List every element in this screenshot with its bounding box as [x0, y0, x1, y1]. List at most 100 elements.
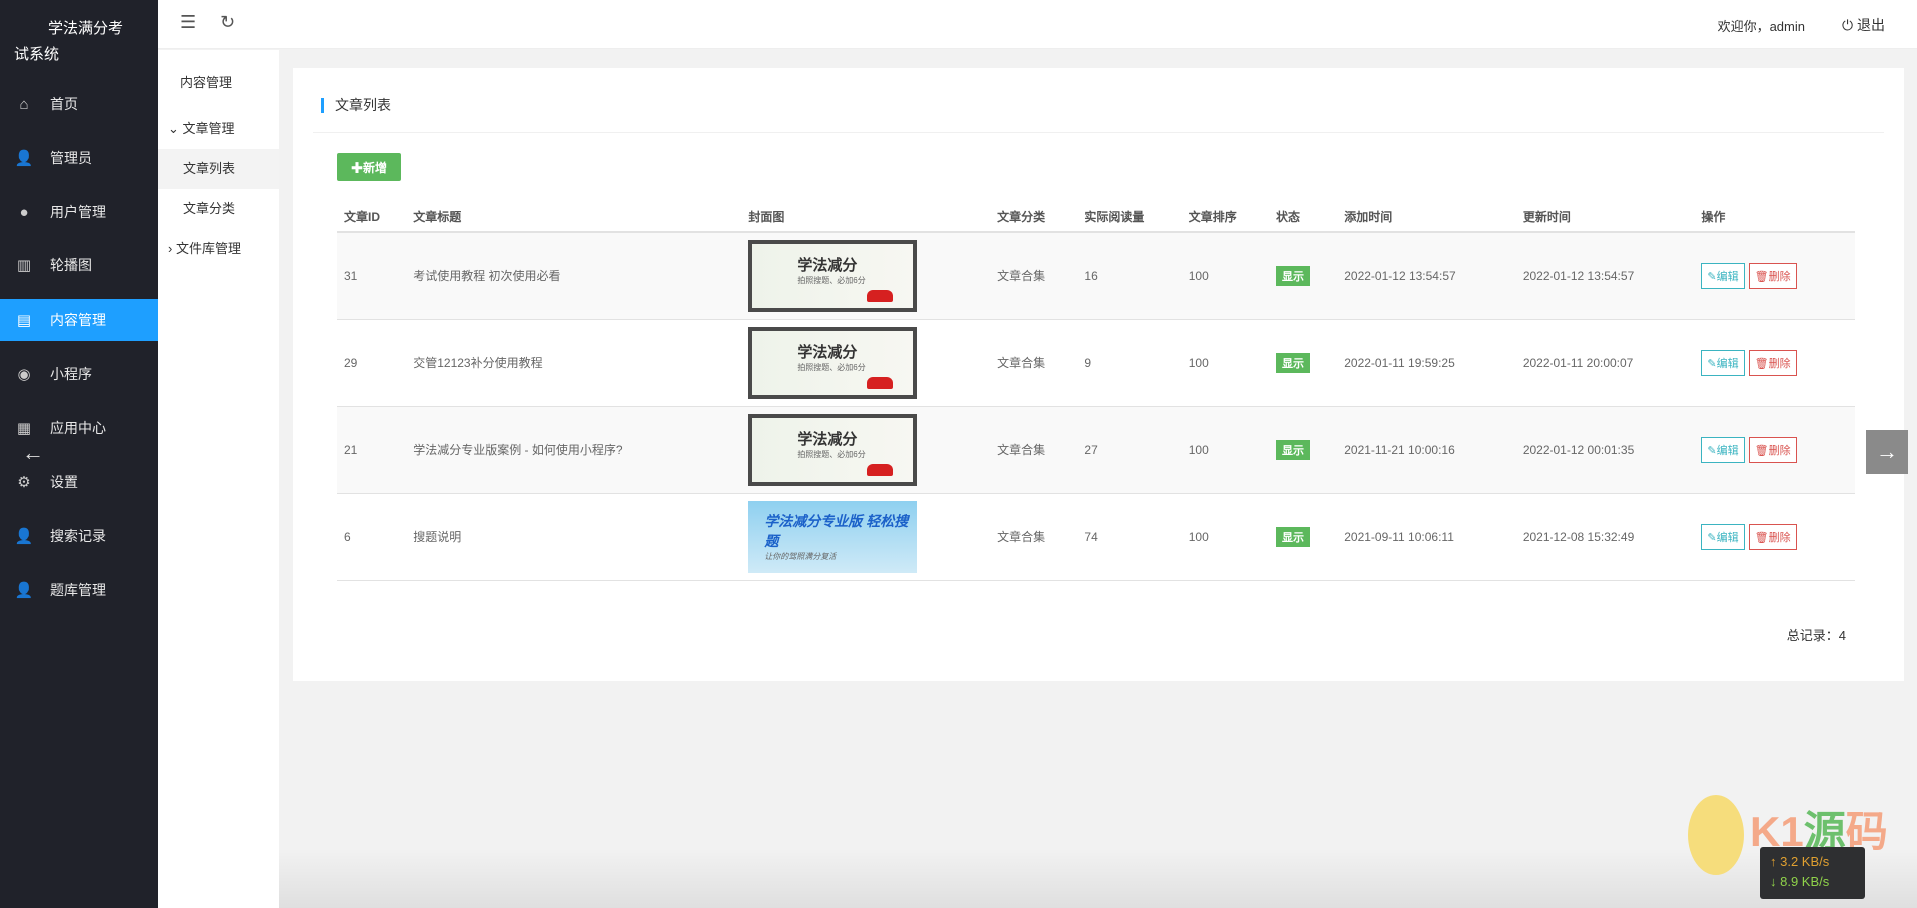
refresh-icon[interactable]: ↻	[220, 12, 235, 33]
sort-order: 100	[1181, 232, 1270, 320]
added-time: 2021-09-11 10:06:11	[1337, 493, 1516, 581]
user-icon: ●	[19, 203, 29, 221]
sidebar-item-9[interactable]: 👤 题库管理	[0, 569, 158, 611]
column-header: 封面图	[741, 202, 991, 233]
column-header: 文章ID	[337, 202, 407, 233]
subnav-group-article[interactable]: ⌄ 文章管理	[158, 109, 279, 149]
miniprogram-icon: ◉	[17, 366, 31, 383]
cover-image: 学法减分专业版 轻松搜题 让你的驾照满分复活	[748, 500, 918, 573]
table-row: 31 考试使用教程 初次使用必看 学法减分 拍照搜题、必加6分 文章合集 16 1…	[337, 232, 1855, 320]
document-icon: ▤	[16, 312, 32, 329]
home-icon: ⌂	[19, 95, 29, 113]
delete-button[interactable]: 🗑删除	[1748, 436, 1797, 463]
status-badge: 显示	[1276, 439, 1311, 460]
read-count: 74	[1077, 493, 1182, 581]
added-time: 2022-01-11 19:59:25	[1337, 319, 1516, 407]
apps-icon: ▦	[16, 420, 32, 437]
pencil-icon: ✎	[1707, 531, 1717, 544]
sub-navigation: 内容管理 ⌄ 文章管理 文章列表 文章分类 › 文件库管理	[158, 50, 279, 908]
gear-icon: ⚙	[17, 474, 31, 491]
chevron-right-icon: ›	[168, 241, 173, 256]
edit-button[interactable]: ✎编辑	[1701, 523, 1745, 550]
header: ☰ ↻ 欢迎你，admin ⏻ 退出	[158, 0, 1917, 49]
user-gear-icon: 👤	[14, 528, 34, 545]
read-count: 27	[1077, 406, 1182, 494]
cover-image: 学法减分 拍照搜题、必加6分	[748, 413, 918, 486]
page-title: 文章列表	[321, 98, 391, 113]
article-category: 文章合集	[990, 232, 1078, 320]
status-badge: 显示	[1276, 265, 1311, 286]
sidebar-item-2[interactable]: ● 用户管理	[0, 191, 158, 233]
updated-time: 2022-01-11 20:00:07	[1515, 319, 1695, 407]
edit-button[interactable]: ✎编辑	[1701, 349, 1745, 376]
sidebar-item-4[interactable]: ▤ 内容管理	[0, 299, 158, 341]
article-id: 6	[337, 493, 407, 581]
sidebar-item-8[interactable]: 👤 搜索记录	[0, 515, 158, 557]
updated-time: 2022-01-12 13:54:57	[1515, 232, 1695, 320]
subnav-article-category[interactable]: 文章分类	[158, 189, 279, 229]
article-id: 21	[337, 406, 407, 494]
logout-button[interactable]: ⏻ 退出	[1842, 15, 1885, 35]
subnav-group-files[interactable]: › 文件库管理	[158, 229, 279, 269]
added-time: 2022-01-12 13:54:57	[1337, 232, 1516, 320]
trash-icon: 🗑	[1754, 270, 1769, 283]
edit-button[interactable]: ✎编辑	[1701, 436, 1745, 463]
trash-icon: 🗑	[1754, 531, 1769, 544]
status-badge: 显示	[1276, 352, 1311, 373]
next-arrow-button[interactable]: →	[1866, 430, 1908, 474]
column-header: 实际阅读量	[1077, 202, 1182, 233]
cover-image: 学法减分 拍照搜题、必加6分	[748, 326, 918, 399]
updated-time: 2022-01-12 00:01:35	[1515, 406, 1695, 494]
user-gear-icon: 👤	[14, 150, 34, 167]
article-title: 学法减分专业版案例 - 如何使用小程序?	[406, 406, 742, 494]
delete-button[interactable]: 🗑删除	[1748, 349, 1797, 376]
menu-toggle-icon[interactable]: ☰	[180, 12, 196, 33]
plus-icon: ✚	[350, 160, 363, 175]
article-id: 31	[337, 232, 407, 320]
sidebar-item-3[interactable]: ▥ 轮播图	[0, 244, 158, 286]
trash-icon: 🗑	[1754, 357, 1769, 370]
added-time: 2021-11-21 10:00:16	[1337, 406, 1516, 494]
delete-button[interactable]: 🗑删除	[1748, 262, 1797, 289]
add-button[interactable]: ✚新增	[337, 153, 401, 181]
column-header: 文章标题	[406, 202, 742, 233]
sort-order: 100	[1181, 319, 1270, 407]
collapse-arrow-icon[interactable]: ←	[22, 440, 44, 466]
column-header: 添加时间	[1337, 202, 1516, 233]
article-title: 考试使用教程 初次使用必看	[406, 232, 742, 320]
status-badge: 显示	[1276, 526, 1311, 547]
sidebar-item-7[interactable]: ⚙ 设置	[0, 461, 158, 503]
power-icon: ⏻	[1842, 17, 1854, 33]
column-header: 文章排序	[1181, 202, 1270, 233]
sort-order: 100	[1181, 493, 1270, 581]
network-speed-widget: ↑ 3.2 KB/s ↓ 8.9 KB/s	[1760, 847, 1865, 899]
divider	[313, 132, 1884, 133]
chevron-down-icon: ⌄	[168, 121, 179, 136]
sidebar-item-0[interactable]: ⌂ 首页	[0, 83, 158, 125]
column-header: 更新时间	[1515, 202, 1695, 233]
welcome-text: 欢迎你，admin	[1717, 19, 1805, 34]
column-header: 状态	[1269, 202, 1338, 233]
pencil-icon: ✎	[1707, 357, 1717, 370]
article-title: 搜题说明	[406, 493, 742, 581]
app-title: 学法满分考 试系统	[14, 20, 124, 63]
cover-image: 学法减分 拍照搜题、必加6分	[748, 239, 918, 312]
bottom-shade	[279, 848, 1917, 908]
sidebar-item-5[interactable]: ◉ 小程序	[0, 353, 158, 395]
article-category: 文章合集	[990, 493, 1078, 581]
table-row: 29 交管12123补分使用教程 学法减分 拍照搜题、必加6分 文章合集 9 10…	[337, 319, 1855, 407]
article-title: 交管12123补分使用教程	[406, 319, 742, 407]
sidebar-item-1[interactable]: 👤 管理员	[0, 137, 158, 179]
read-count: 9	[1077, 319, 1182, 407]
pencil-icon: ✎	[1707, 444, 1717, 457]
delete-button[interactable]: 🗑删除	[1748, 523, 1797, 550]
updated-time: 2021-12-08 15:32:49	[1515, 493, 1695, 581]
user-gear-icon: 👤	[14, 582, 34, 599]
total-records: 总记录：4	[1786, 628, 1846, 643]
article-category: 文章合集	[990, 406, 1078, 494]
article-table: 文章ID 文章标题 封面图 文章分类 实际阅读量 文章排序 状态 添加时间 更新时间 操作 31 …	[337, 202, 1855, 581]
subnav-article-list[interactable]: 文章列表	[158, 149, 279, 189]
edit-button[interactable]: ✎编辑	[1701, 262, 1745, 289]
sort-order: 100	[1181, 406, 1270, 494]
table-row: 21 学法减分专业版案例 - 如何使用小程序? 学法减分 拍照搜题、必加6分 文章…	[337, 406, 1855, 494]
